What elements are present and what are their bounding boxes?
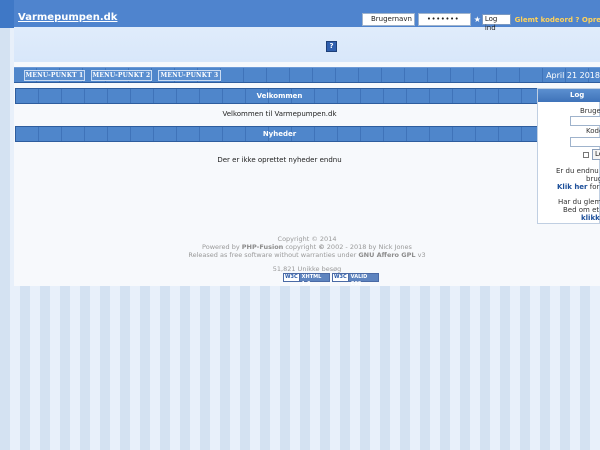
register-line-3-text: for a xyxy=(589,183,600,191)
password-input[interactable]: ••••••• xyxy=(417,13,471,26)
sidebar-title: Log xyxy=(538,89,600,102)
page-container: Varmepumpen.dk Brugernavn ••••••• ★ Log … xyxy=(14,0,600,287)
star-icon: ★ xyxy=(473,15,481,24)
welcome-panel-title: Velkommen xyxy=(15,88,544,104)
help-icon[interactable]: ? xyxy=(326,41,337,52)
xhtml-badge-label: XHTML 1.0 xyxy=(299,274,329,287)
register-link[interactable]: Klik her xyxy=(557,183,588,191)
sidebar-username-input[interactable] xyxy=(570,116,600,126)
register-line-2: brug xyxy=(586,175,600,183)
php-fusion-link[interactable]: PHP-Fusion xyxy=(242,243,284,251)
register-line-3: Klik her for a xyxy=(557,183,600,191)
welcome-text: Velkommen til Varmepumpen.dk xyxy=(222,110,337,118)
remember-checkbox[interactable] xyxy=(583,152,589,158)
w3c-logo-icon: W3C xyxy=(284,274,300,281)
site-header: Varmepumpen.dk Brugernavn ••••••• ★ Log … xyxy=(14,0,600,62)
footer-powered: Powered by PHP-Fusion copyright © 2002 -… xyxy=(14,243,600,251)
news-text: Der er ikke oprettet nyheder endnu xyxy=(217,156,342,164)
footer-license-pre: Released as free software without warran… xyxy=(188,251,359,259)
login-button[interactable]: Log ind xyxy=(481,14,511,32)
nav-item-3[interactable]: MENU-PUNKT 3 xyxy=(158,70,221,81)
nav-item-2[interactable]: MENU-PUNKT 2 xyxy=(91,70,152,81)
current-date: April 21 2018 xyxy=(546,71,600,80)
sidebar-password-input[interactable] xyxy=(570,137,600,147)
license-link[interactable]: GNU Affero GPL xyxy=(358,251,415,259)
login-sidebar: Log Bruge Kode Lo Er du endnu ik brug Kl… xyxy=(537,88,600,224)
forgot-password-sidebar-link[interactable]: klikke xyxy=(581,214,600,222)
xhtml-valid-badge[interactable]: W3C XHTML 1.0 xyxy=(283,273,330,287)
footer-license-post: v3 xyxy=(415,251,426,259)
register-line-1: Er du endnu ik xyxy=(556,167,600,175)
site-title-link[interactable]: Varmepumpen.dk xyxy=(18,12,117,23)
username-input[interactable]: Brugernavn xyxy=(362,13,415,26)
forgot-password-link[interactable]: Glemt kodeord ? Opre xyxy=(515,16,600,24)
footer-license: Released as free software without warran… xyxy=(14,251,600,259)
sidebar-password-label: Kode xyxy=(586,127,600,135)
css-valid-badge[interactable]: W3C VALID CSS xyxy=(332,273,379,287)
nav-item-1[interactable]: MENU-PUNKT 1 xyxy=(24,70,85,81)
sidebar-login-button[interactable]: Lo xyxy=(592,149,600,160)
footer-powered-mid: copyright xyxy=(283,243,319,251)
footer-copyright: Copyright © 2014 xyxy=(277,235,337,243)
forgot-line-2: Bed om et n xyxy=(563,206,600,214)
footer-powered-post: 2002 - 2018 by Nick Jones xyxy=(324,243,412,251)
news-panel-title: Nyheder xyxy=(15,126,544,142)
sidebar-username-label: Bruge xyxy=(580,107,600,115)
forgot-line-1: Har du glemt xyxy=(558,198,600,206)
main-nav: MENU-PUNKT 1 MENU-PUNKT 2 MENU-PUNKT 3 A… xyxy=(14,67,600,83)
visit-counter: 51,821 Unikke besøg xyxy=(272,265,342,273)
w3c-logo-icon: W3C xyxy=(333,274,349,281)
footer-powered-pre: Powered by xyxy=(202,243,242,251)
header-login-form: Brugernavn ••••••• ★ Log ind Glemt kodeo… xyxy=(362,13,600,32)
css-badge-label: VALID CSS xyxy=(348,274,378,287)
forgot-link: klikke xyxy=(581,214,600,222)
